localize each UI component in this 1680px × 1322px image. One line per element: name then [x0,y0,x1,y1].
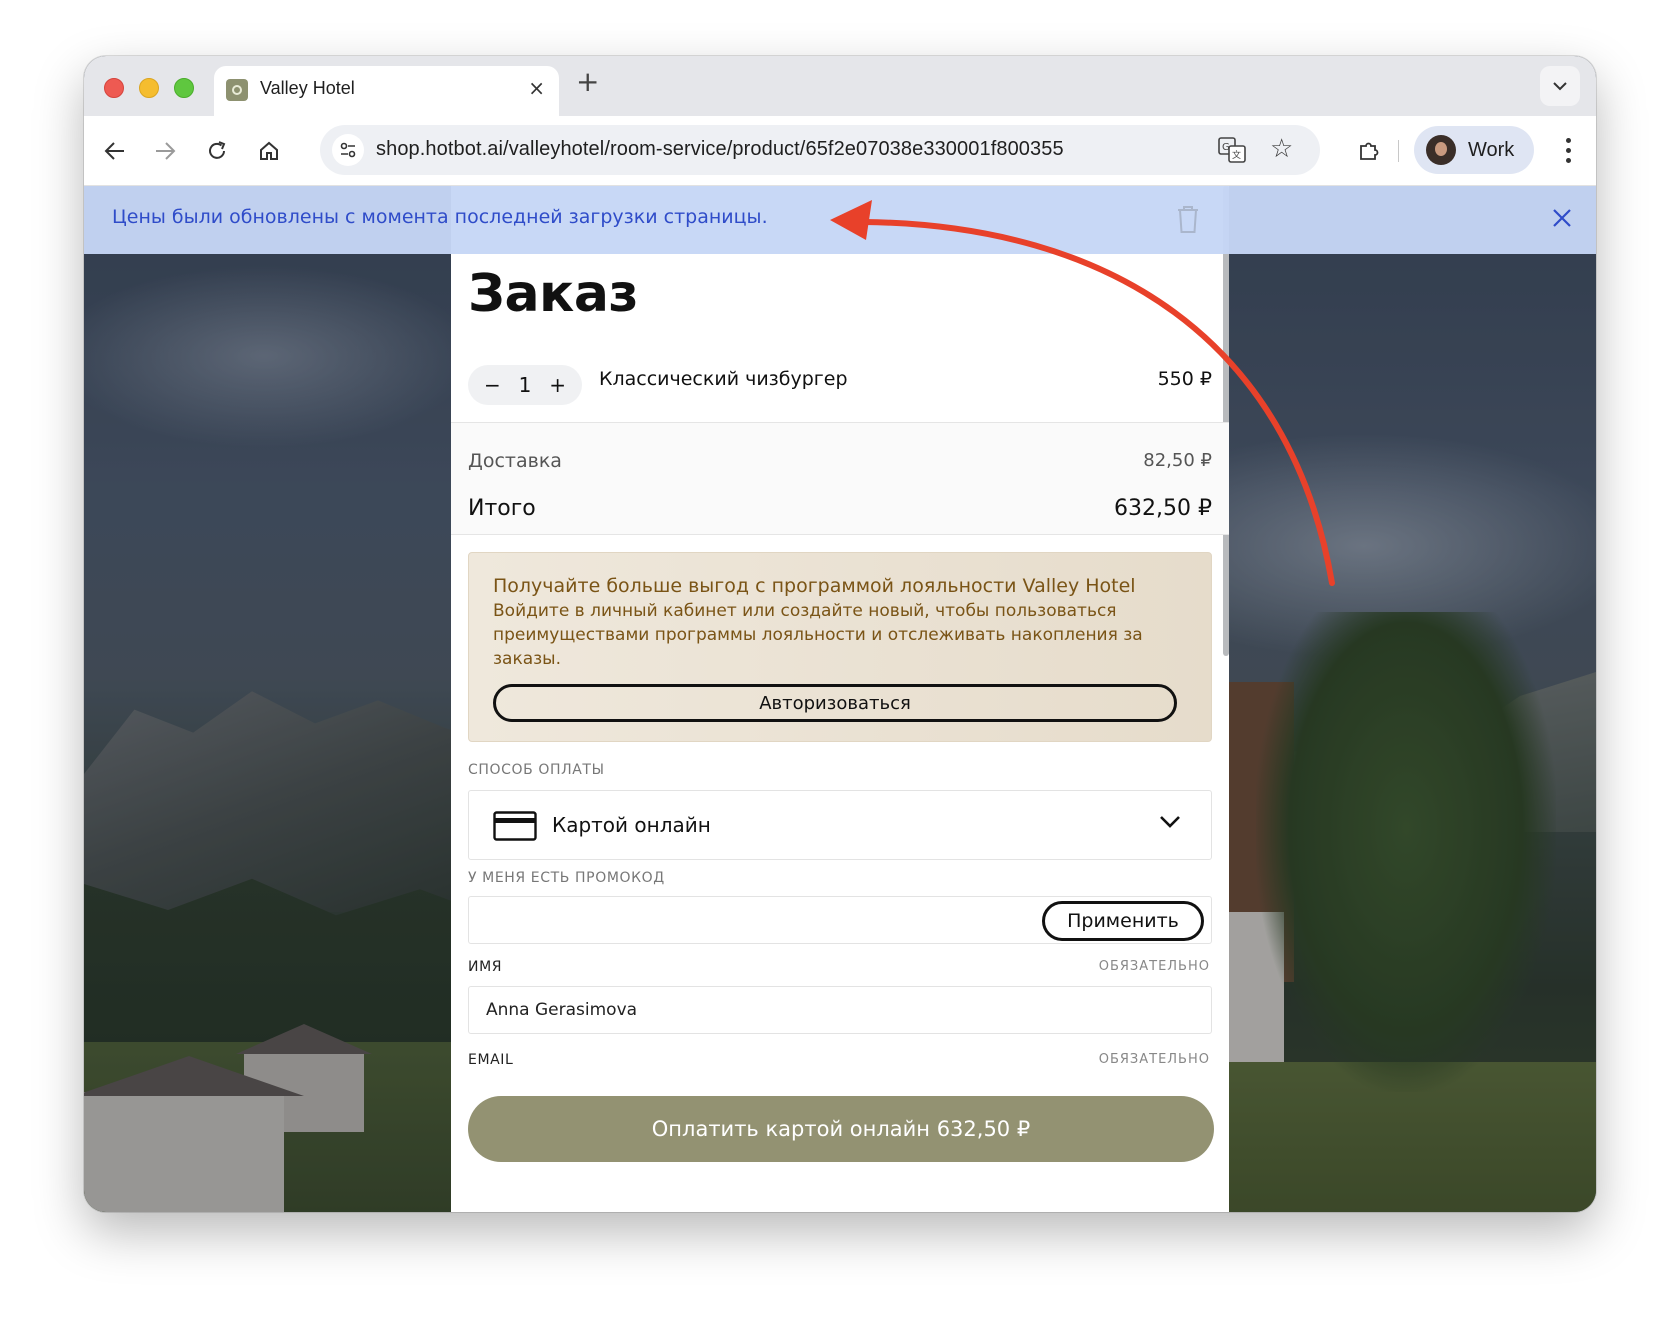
tab-close-icon[interactable]: × [528,76,545,100]
credit-card-icon [493,811,537,841]
avatar [1426,135,1456,165]
svg-text:文: 文 [1232,149,1241,161]
translate-icon[interactable]: G文 [1218,137,1246,163]
tab-title: Valley Hotel [260,78,355,98]
svg-text:G: G [1222,142,1230,153]
profile-label: Work [1468,138,1515,161]
promo-label: У меня есть промокод [468,870,665,886]
apply-promo-button[interactable]: Применить [1042,901,1204,941]
arrow-right-icon [156,142,176,160]
puzzle-icon [1360,142,1379,160]
arrow-left-icon [104,142,124,160]
item-name: Классический чизбургер [599,368,848,390]
quantity-stepper: − 1 + [468,365,582,405]
page-title: Заказ [468,264,639,324]
back-button[interactable] [98,134,132,168]
chevron-down-icon [1553,82,1567,91]
increase-quantity-button[interactable]: + [549,373,566,397]
loyalty-banner: Получайте больше выгод с программой лоял… [468,552,1212,742]
price-update-notice: Цены были обновлены с момента последней … [84,186,1596,254]
trash-icon [1178,206,1198,233]
toolbar-divider [1398,140,1399,162]
item-price: 550 ₽ [1157,368,1212,390]
close-window-button[interactable] [104,78,124,98]
reload-icon [209,141,226,159]
delivery-label: Доставка [468,450,562,472]
email-label: EMAIL [468,1052,514,1068]
new-tab-button[interactable]: + [576,67,599,97]
email-required-label: Обязательно [1098,1052,1210,1067]
name-required-label: Обязательно [1098,959,1210,974]
loyalty-text: Войдите в личный кабинет или создайте но… [493,601,1143,669]
order-summary [451,423,1229,535]
address-bar[interactable]: shop.hotbot.ai/valleyhotel/room-service/… [320,125,1320,175]
panel-scrollbar[interactable] [1223,186,1229,656]
valley-hotel-favicon-icon [226,79,248,101]
decrease-quantity-button[interactable]: − [484,373,501,397]
page-viewport: Заказ − 1 + Классический чизбургер 550 ₽… [84,186,1596,1212]
browser-menu-icon[interactable] [1566,138,1572,168]
tab-valley-hotel[interactable]: Valley Hotel × [214,66,559,116]
zoom-window-button[interactable] [174,78,194,98]
notice-text: Цены были обновлены с момента последней … [112,206,768,228]
forward-button[interactable] [148,134,182,168]
name-input[interactable]: Anna Gerasimova [468,986,1212,1034]
browser-toolbar: shop.hotbot.ai/valleyhotel/room-service/… [84,116,1596,186]
payment-method-select[interactable]: Картой онлайн [468,790,1212,860]
promo-input[interactable] [469,897,1029,943]
pay-button[interactable]: Оплатить картой онлайн 632,50 ₽ [468,1096,1214,1162]
total-label: Итого [468,496,536,521]
home-button[interactable] [252,134,286,168]
chevron-down-icon [1160,816,1180,828]
quantity-value: 1 [518,373,532,397]
loyalty-title: Получайте больше выгод с программой лоял… [493,575,1136,597]
minimize-window-button[interactable] [139,78,159,98]
payment-method-label: Способ оплаты [468,762,605,778]
tab-search-button[interactable] [1540,66,1580,106]
url-text[interactable]: shop.hotbot.ai/valleyhotel/room-service/… [376,138,1064,161]
reload-button[interactable] [200,134,234,168]
payment-method-value: Картой онлайн [552,813,711,837]
home-icon [260,141,278,160]
delivery-value: 82,50 ₽ [1143,450,1212,471]
tab-strip: Valley Hotel × + [84,56,1596,116]
close-icon[interactable] [1550,206,1574,230]
profile-button[interactable]: Work [1414,126,1534,174]
extensions-button[interactable] [1352,134,1386,168]
total-value: 632,50 ₽ [1114,496,1212,521]
site-settings-icon[interactable] [332,134,364,166]
promo-field: Применить [468,896,1212,944]
authorize-button[interactable]: Авторизоваться [493,684,1177,722]
bookmark-star-icon[interactable]: ☆ [1270,135,1293,163]
name-label: Имя [468,959,503,975]
browser-window: Valley Hotel × + shop.hotbot.ai/valleyho… [84,56,1596,1212]
order-panel: Заказ − 1 + Классический чизбургер 550 ₽… [451,186,1229,1212]
